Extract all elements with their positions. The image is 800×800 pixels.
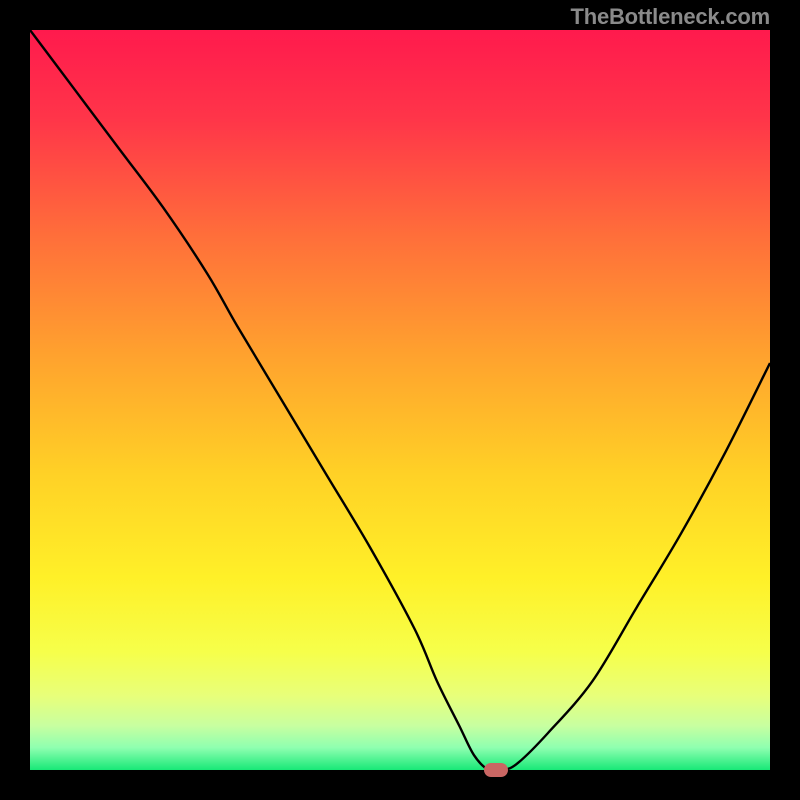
bottleneck-chart xyxy=(30,30,770,770)
gradient-background xyxy=(30,30,770,770)
chart-frame: TheBottleneck.com xyxy=(0,0,800,800)
plot-area xyxy=(30,30,770,770)
minimum-point-marker xyxy=(484,763,508,777)
watermark-text: TheBottleneck.com xyxy=(570,4,770,30)
